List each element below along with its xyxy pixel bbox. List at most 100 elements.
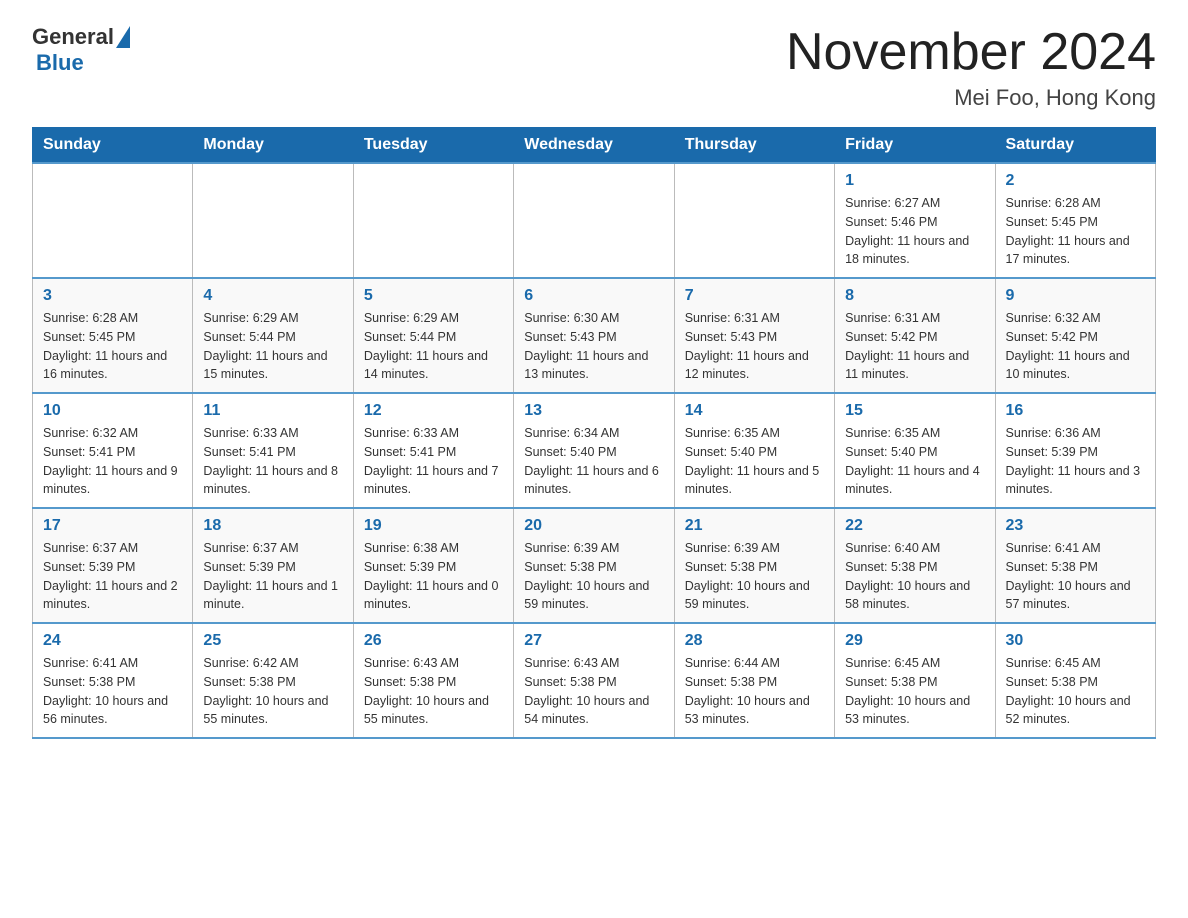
day-number: 14 — [685, 402, 824, 420]
day-number: 17 — [43, 517, 182, 535]
day-info: Sunrise: 6:43 AMSunset: 5:38 PMDaylight:… — [524, 654, 663, 729]
day-number: 1 — [845, 172, 984, 190]
calendar-week-row-1: 1 Sunrise: 6:27 AMSunset: 5:46 PMDaylight… — [33, 163, 1156, 278]
calendar-cell-3-1: 18 Sunrise: 6:37 AMSunset: 5:39 PMDayligh… — [193, 508, 353, 623]
calendar-week-row-2: 3 Sunrise: 6:28 AMSunset: 5:45 PMDaylight… — [33, 278, 1156, 393]
day-info: Sunrise: 6:40 AMSunset: 5:38 PMDaylight:… — [845, 539, 984, 614]
day-info: Sunrise: 6:35 AMSunset: 5:40 PMDaylight:… — [685, 424, 824, 499]
calendar-cell-1-0: 3 Sunrise: 6:28 AMSunset: 5:45 PMDaylight… — [33, 278, 193, 393]
day-number: 23 — [1006, 517, 1145, 535]
calendar-cell-4-2: 26Sunrise: 6:43 AMSunset: 5:38 PMDayligh… — [353, 623, 513, 738]
day-info: Sunrise: 6:31 AMSunset: 5:43 PMDaylight:… — [685, 309, 824, 384]
calendar-cell-0-4 — [674, 163, 834, 278]
day-number: 22 — [845, 517, 984, 535]
day-info: Sunrise: 6:37 AMSunset: 5:39 PMDaylight:… — [203, 539, 342, 614]
weekday-header-row: SundayMondayTuesdayWednesdayThursdayFrid… — [33, 128, 1156, 164]
day-info: Sunrise: 6:34 AMSunset: 5:40 PMDaylight:… — [524, 424, 663, 499]
calendar-cell-0-5: 1 Sunrise: 6:27 AMSunset: 5:46 PMDaylight… — [835, 163, 995, 278]
day-number: 4 — [203, 287, 342, 305]
calendar-cell-3-2: 19 Sunrise: 6:38 AMSunset: 5:39 PMDayligh… — [353, 508, 513, 623]
day-info: Sunrise: 6:29 AMSunset: 5:44 PMDaylight:… — [203, 309, 342, 384]
day-number: 20 — [524, 517, 663, 535]
calendar-cell-0-0 — [33, 163, 193, 278]
day-number: 18 — [203, 517, 342, 535]
calendar-week-row-5: 24 Sunrise: 6:41 AMSunset: 5:38 PMDayligh… — [33, 623, 1156, 738]
day-info: Sunrise: 6:45 AMSunset: 5:38 PMDaylight:… — [1006, 654, 1145, 729]
logo-general-text: General — [32, 24, 114, 50]
calendar-cell-0-2 — [353, 163, 513, 278]
day-info: Sunrise: 6:28 AMSunset: 5:45 PMDaylight:… — [1006, 194, 1145, 269]
logo-blue-text: Blue — [36, 50, 84, 76]
calendar-cell-1-3: 6 Sunrise: 6:30 AMSunset: 5:43 PMDaylight… — [514, 278, 674, 393]
weekday-header-thursday: Thursday — [674, 128, 834, 164]
calendar-cell-1-5: 8 Sunrise: 6:31 AMSunset: 5:42 PMDaylight… — [835, 278, 995, 393]
page-header: General Blue November 2024 Mei Foo, Hong… — [32, 24, 1156, 111]
day-info: Sunrise: 6:30 AMSunset: 5:43 PMDaylight:… — [524, 309, 663, 384]
day-number: 16 — [1006, 402, 1145, 420]
day-number: 27 — [524, 632, 663, 650]
day-number: 28 — [685, 632, 824, 650]
calendar-cell-2-5: 15Sunrise: 6:35 AMSunset: 5:40 PMDayligh… — [835, 393, 995, 508]
month-title: November 2024 — [786, 24, 1156, 81]
day-info: Sunrise: 6:41 AMSunset: 5:38 PMDaylight:… — [1006, 539, 1145, 614]
calendar-cell-3-5: 22 Sunrise: 6:40 AMSunset: 5:38 PMDayligh… — [835, 508, 995, 623]
day-number: 2 — [1006, 172, 1145, 190]
day-info: Sunrise: 6:28 AMSunset: 5:45 PMDaylight:… — [43, 309, 182, 384]
day-info: Sunrise: 6:41 AMSunset: 5:38 PMDaylight:… — [43, 654, 182, 729]
day-number: 12 — [364, 402, 503, 420]
weekday-header-tuesday: Tuesday — [353, 128, 513, 164]
calendar-cell-4-4: 28 Sunrise: 6:44 AMSunset: 5:38 PMDayligh… — [674, 623, 834, 738]
day-info: Sunrise: 6:33 AMSunset: 5:41 PMDaylight:… — [203, 424, 342, 499]
calendar-cell-3-0: 17 Sunrise: 6:37 AMSunset: 5:39 PMDayligh… — [33, 508, 193, 623]
day-info: Sunrise: 6:31 AMSunset: 5:42 PMDaylight:… — [845, 309, 984, 384]
calendar-table: SundayMondayTuesdayWednesdayThursdayFrid… — [32, 127, 1156, 739]
day-info: Sunrise: 6:35 AMSunset: 5:40 PMDaylight:… — [845, 424, 984, 499]
calendar-cell-2-6: 16 Sunrise: 6:36 AMSunset: 5:39 PMDayligh… — [995, 393, 1155, 508]
calendar-cell-2-3: 13 Sunrise: 6:34 AMSunset: 5:40 PMDayligh… — [514, 393, 674, 508]
location-title: Mei Foo, Hong Kong — [786, 85, 1156, 111]
calendar-cell-1-4: 7Sunrise: 6:31 AMSunset: 5:43 PMDaylight… — [674, 278, 834, 393]
day-number: 6 — [524, 287, 663, 305]
day-info: Sunrise: 6:45 AMSunset: 5:38 PMDaylight:… — [845, 654, 984, 729]
calendar-cell-2-4: 14 Sunrise: 6:35 AMSunset: 5:40 PMDayligh… — [674, 393, 834, 508]
day-info: Sunrise: 6:36 AMSunset: 5:39 PMDaylight:… — [1006, 424, 1145, 499]
day-info: Sunrise: 6:32 AMSunset: 5:41 PMDaylight:… — [43, 424, 182, 499]
day-number: 8 — [845, 287, 984, 305]
calendar-cell-0-6: 2 Sunrise: 6:28 AMSunset: 5:45 PMDaylight… — [995, 163, 1155, 278]
calendar-cell-1-6: 9 Sunrise: 6:32 AMSunset: 5:42 PMDaylight… — [995, 278, 1155, 393]
calendar-cell-0-1 — [193, 163, 353, 278]
calendar-week-row-4: 17 Sunrise: 6:37 AMSunset: 5:39 PMDayligh… — [33, 508, 1156, 623]
day-number: 3 — [43, 287, 182, 305]
day-number: 13 — [524, 402, 663, 420]
calendar-cell-3-3: 20Sunrise: 6:39 AMSunset: 5:38 PMDayligh… — [514, 508, 674, 623]
day-info: Sunrise: 6:27 AMSunset: 5:46 PMDaylight:… — [845, 194, 984, 269]
calendar-cell-2-1: 11Sunrise: 6:33 AMSunset: 5:41 PMDayligh… — [193, 393, 353, 508]
calendar-cell-4-5: 29Sunrise: 6:45 AMSunset: 5:38 PMDayligh… — [835, 623, 995, 738]
day-number: 5 — [364, 287, 503, 305]
calendar-cell-1-2: 5 Sunrise: 6:29 AMSunset: 5:44 PMDaylight… — [353, 278, 513, 393]
calendar-cell-1-1: 4 Sunrise: 6:29 AMSunset: 5:44 PMDaylight… — [193, 278, 353, 393]
weekday-header-saturday: Saturday — [995, 128, 1155, 164]
day-info: Sunrise: 6:38 AMSunset: 5:39 PMDaylight:… — [364, 539, 503, 614]
day-number: 19 — [364, 517, 503, 535]
calendar-cell-3-6: 23 Sunrise: 6:41 AMSunset: 5:38 PMDayligh… — [995, 508, 1155, 623]
weekday-header-wednesday: Wednesday — [514, 128, 674, 164]
calendar-cell-4-3: 27 Sunrise: 6:43 AMSunset: 5:38 PMDayligh… — [514, 623, 674, 738]
day-number: 30 — [1006, 632, 1145, 650]
day-number: 25 — [203, 632, 342, 650]
logo: General Blue — [32, 24, 132, 76]
day-info: Sunrise: 6:44 AMSunset: 5:38 PMDaylight:… — [685, 654, 824, 729]
calendar-cell-0-3 — [514, 163, 674, 278]
day-number: 9 — [1006, 287, 1145, 305]
day-number: 26 — [364, 632, 503, 650]
calendar-cell-4-0: 24 Sunrise: 6:41 AMSunset: 5:38 PMDayligh… — [33, 623, 193, 738]
day-info: Sunrise: 6:29 AMSunset: 5:44 PMDaylight:… — [364, 309, 503, 384]
day-number: 24 — [43, 632, 182, 650]
calendar-cell-3-4: 21Sunrise: 6:39 AMSunset: 5:38 PMDayligh… — [674, 508, 834, 623]
weekday-header-monday: Monday — [193, 128, 353, 164]
day-number: 10 — [43, 402, 182, 420]
day-info: Sunrise: 6:32 AMSunset: 5:42 PMDaylight:… — [1006, 309, 1145, 384]
day-number: 21 — [685, 517, 824, 535]
day-info: Sunrise: 6:37 AMSunset: 5:39 PMDaylight:… — [43, 539, 182, 614]
day-info: Sunrise: 6:33 AMSunset: 5:41 PMDaylight:… — [364, 424, 503, 499]
